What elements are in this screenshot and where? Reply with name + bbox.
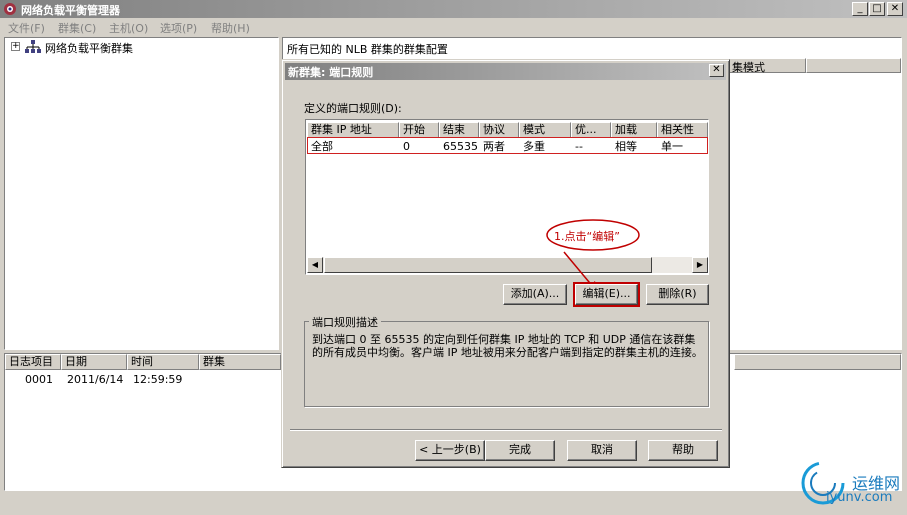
- menu-file[interactable]: 文件(F): [8, 20, 45, 36]
- col-load[interactable]: 加载: [611, 122, 657, 138]
- log-col-blank: [734, 354, 901, 370]
- log-col-cluster[interactable]: 群集: [199, 354, 281, 370]
- scroll-right-icon[interactable]: ▶: [692, 257, 708, 273]
- menu-host[interactable]: 主机(O): [109, 20, 148, 36]
- delete-rule-button[interactable]: 删除(R): [646, 284, 709, 305]
- menu-help[interactable]: 帮助(H): [211, 20, 250, 36]
- back-button[interactable]: < 上一步(B): [415, 440, 485, 461]
- port-rules-list[interactable]: 群集 IP 地址 开始 结束 协议 模式 优... 加载 相关性 全部 0 65…: [305, 119, 709, 275]
- menu-options[interactable]: 选项(P): [160, 20, 197, 36]
- dialog-titlebar: 新群集: 端口规则 ✕: [285, 63, 726, 80]
- help-button[interactable]: 帮助: [648, 440, 718, 461]
- cluster-tree[interactable]: + 网络负载平衡群集: [4, 37, 279, 350]
- col-protocol[interactable]: 协议: [479, 122, 519, 138]
- defined-rules-label: 定义的端口规则(D):: [304, 102, 402, 115]
- window-titlebar: 网络负载平衡管理器 _ □ ✕: [0, 0, 907, 18]
- edit-rule-button[interactable]: 编辑(E)...: [575, 284, 638, 305]
- dialog-close-button[interactable]: ✕: [709, 64, 724, 77]
- cell-end: 65535: [443, 140, 478, 153]
- log-entry-date: 2011/6/14: [67, 373, 124, 386]
- col-start[interactable]: 开始: [399, 122, 439, 138]
- cell-protocol: 两者: [483, 140, 505, 153]
- horizontal-scrollbar[interactable]: ◀ ▶: [307, 257, 708, 273]
- col-mode[interactable]: 模式: [519, 122, 571, 138]
- scroll-left-icon[interactable]: ◀: [307, 257, 323, 273]
- log-col-entry[interactable]: 日志项目: [5, 354, 61, 370]
- col-priority[interactable]: 优...: [571, 122, 611, 138]
- annotation-text: 1.点击“编辑”: [554, 230, 620, 243]
- menubar: 文件(F) 群集(C) 主机(O) 选项(P) 帮助(H): [0, 18, 907, 37]
- close-button[interactable]: ✕: [887, 2, 903, 16]
- minimize-button[interactable]: _: [852, 2, 868, 16]
- cell-priority: --: [575, 140, 583, 153]
- rule-description-text: 到达端口 0 至 65535 的定向到任何群集 IP 地址的 TCP 和 UDP…: [312, 333, 703, 359]
- tree-expand-icon[interactable]: +: [11, 42, 20, 51]
- maximize-button[interactable]: □: [869, 2, 885, 16]
- dialog-separator: [290, 429, 722, 431]
- nlb-app-icon: [4, 3, 16, 15]
- column-blank[interactable]: [806, 58, 901, 73]
- log-col-date[interactable]: 日期: [61, 354, 127, 370]
- cell-affinity: 单一: [661, 140, 683, 153]
- finish-button[interactable]: 完成: [485, 440, 555, 461]
- log-entry-id: 0001: [25, 373, 53, 386]
- cluster-config-header: 所有已知的 NLB 群集的群集配置: [287, 43, 448, 56]
- window-title: 网络负载平衡管理器: [21, 4, 120, 17]
- port-rules-dialog: 新群集: 端口规则 ✕ 定义的端口规则(D): 群集 IP 地址 开始 结束 协…: [281, 59, 730, 468]
- rule-description-title: 端口规则描述: [309, 314, 381, 330]
- log-entry-time: 12:59:59: [133, 373, 183, 386]
- port-rule-row[interactable]: [307, 137, 708, 154]
- tree-item-nlb-clusters[interactable]: 网络负载平衡群集: [45, 40, 133, 56]
- column-cluster-mode[interactable]: 集模式: [728, 58, 806, 74]
- cell-load: 相等: [615, 140, 637, 153]
- watermark-url: iyunv.com: [826, 490, 893, 505]
- cluster-network-icon: [25, 40, 41, 53]
- cell-mode: 多重: [523, 140, 545, 153]
- log-col-time[interactable]: 时间: [127, 354, 199, 370]
- dialog-title: 新群集: 端口规则: [288, 66, 374, 79]
- menu-cluster[interactable]: 群集(C): [58, 20, 96, 36]
- col-affinity[interactable]: 相关性: [657, 122, 708, 138]
- add-rule-button[interactable]: 添加(A)...: [503, 284, 567, 305]
- col-end[interactable]: 结束: [439, 122, 479, 138]
- status-bar: [0, 494, 907, 515]
- col-cluster-ip[interactable]: 群集 IP 地址: [307, 122, 399, 138]
- cell-start: 0: [403, 140, 410, 153]
- cell-ip: 全部: [311, 140, 333, 153]
- cancel-button[interactable]: 取消: [567, 440, 637, 461]
